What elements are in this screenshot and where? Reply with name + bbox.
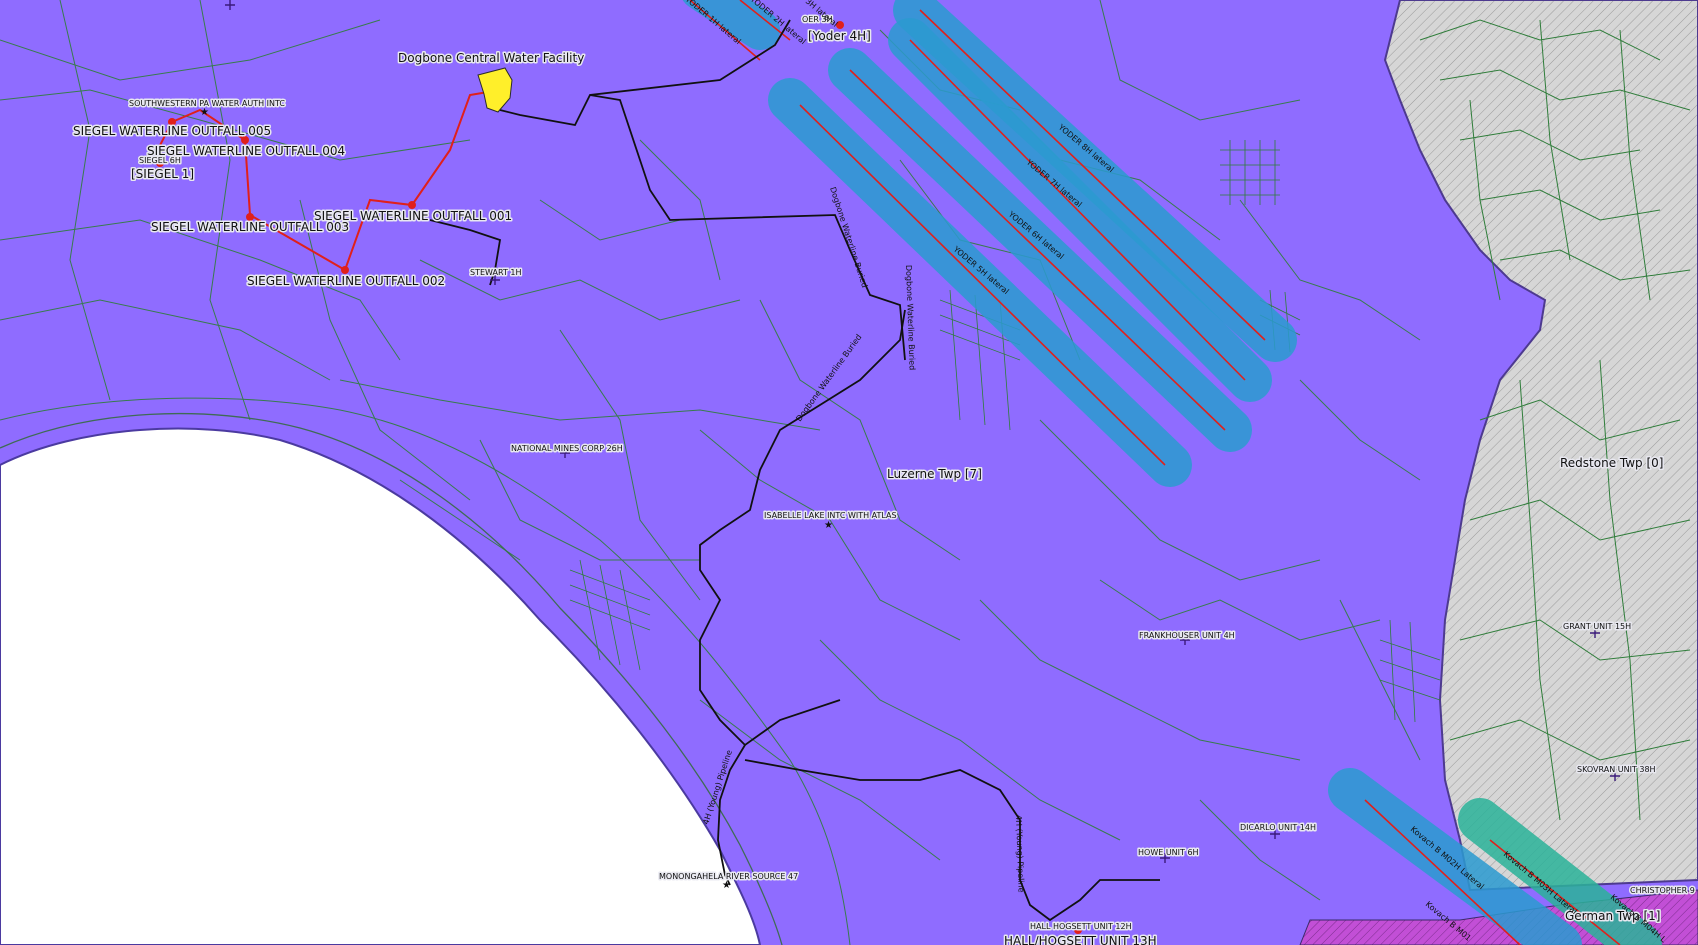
southwestern-star-icon: ★ bbox=[200, 107, 209, 118]
map-canvas[interactable]: ★ ★ ★ Dogbone Central Water Facility [Yo… bbox=[0, 0, 1698, 945]
outfall-002-point bbox=[341, 266, 349, 274]
siegel-6h-label: SIEGEL 6H bbox=[139, 156, 181, 165]
frankhouser-label: FRANKHOUSER UNIT 4H bbox=[1139, 631, 1235, 640]
siegel-1-label: [SIEGEL 1] bbox=[131, 167, 194, 181]
isabelle-label: ISABELLE LAKE INTC WITH ATLAS bbox=[764, 511, 897, 520]
dicarlo-label: DICARLO UNIT 14H bbox=[1240, 823, 1316, 832]
isabelle-star-icon: ★ bbox=[824, 520, 833, 531]
christopher-label: CHRISTOPHER 9 bbox=[1630, 886, 1695, 895]
hall-13h-label: HALL/HOGSETT UNIT 13H bbox=[1004, 934, 1157, 945]
monongahela-star-icon: ★ bbox=[722, 880, 731, 891]
howe-label: HOWE UNIT 6H bbox=[1138, 848, 1199, 857]
national-mines-label: NATIONAL MINES CORP 26H bbox=[511, 444, 623, 453]
luzerne-twp-label: Luzerne Twp [7] bbox=[887, 467, 982, 481]
outfall-002-label: SIEGEL WATERLINE OUTFALL 002 bbox=[247, 274, 445, 288]
skovran-label: SKOVRAN UNIT 38H bbox=[1577, 765, 1656, 774]
outfall-005-label: SIEGEL WATERLINE OUTFALL 005 bbox=[73, 124, 271, 138]
grant-label: GRANT UNIT 15H bbox=[1563, 622, 1631, 631]
stewart-label: STEWART 1H bbox=[470, 268, 521, 277]
outfall-001-point bbox=[408, 201, 416, 209]
redstone-twp-label: Redstone Twp [0] bbox=[1560, 456, 1664, 470]
facility-label: Dogbone Central Water Facility bbox=[398, 51, 584, 65]
hall-12h-label: HALL HOGSETT UNIT 12H bbox=[1030, 922, 1132, 931]
monongahela-label: MONONGAHELA RIVER SOURCE 47 bbox=[659, 872, 798, 881]
yoder-4h-label: [Yoder 4H] bbox=[808, 29, 871, 43]
southwestern-label: SOUTHWESTERN PA WATER AUTH INTC bbox=[129, 99, 285, 108]
outfall-003-label: SIEGEL WATERLINE OUTFALL 003 bbox=[151, 220, 349, 234]
